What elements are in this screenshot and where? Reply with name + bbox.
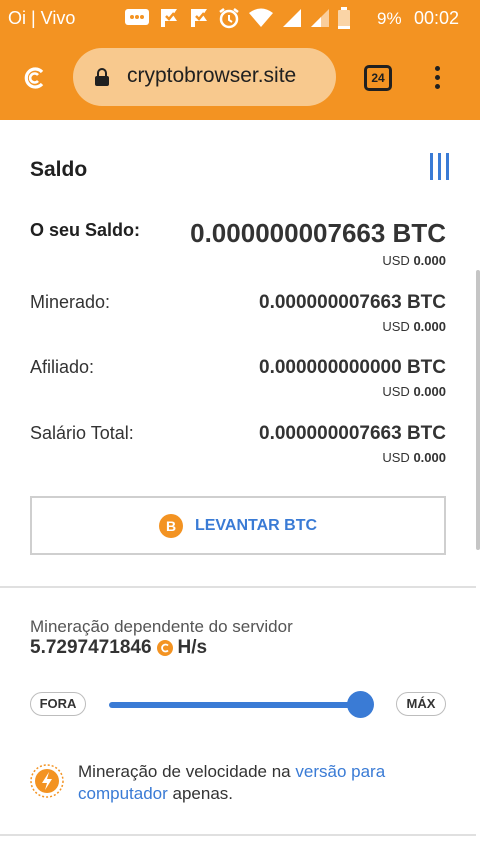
balance-btc: 0.000000007663 BTC (190, 218, 446, 248)
tab-switcher-button[interactable]: 24 (364, 65, 392, 91)
scrollbar[interactable] (476, 270, 480, 550)
signal-icon (283, 9, 301, 27)
affiliate-label: Afiliado: (30, 357, 95, 377)
svg-text:B: B (166, 518, 176, 534)
lock-icon (95, 68, 109, 86)
menu-icon[interactable] (430, 153, 452, 180)
overflow-menu-icon[interactable] (430, 66, 444, 92)
clock: 00:02 (414, 8, 460, 28)
speed-max-button[interactable]: MÁX (396, 692, 446, 716)
section-divider (0, 586, 476, 588)
alarm-icon (219, 8, 239, 29)
withdraw-label: LEVANTAR BTC (194, 516, 318, 534)
speed-slider-thumb[interactable] (347, 691, 374, 718)
browser-toolbar: cryptobrowser.site 24 (0, 38, 480, 120)
address-bar[interactable]: cryptobrowser.site (73, 48, 336, 106)
withdraw-btc-button[interactable]: B LEVANTAR BTC (30, 496, 446, 555)
speed-slider-track[interactable] (109, 702, 361, 708)
url-text[interactable]: cryptobrowser.site (127, 64, 296, 88)
hash-rate-unit: H/s (177, 637, 208, 658)
notification-icons (124, 7, 350, 29)
page-title: Saldo (30, 158, 88, 181)
balance-label: O seu Saldo: (30, 220, 141, 240)
total-salary-label: Salário Total: (30, 423, 134, 443)
wifi-icon (249, 8, 273, 27)
hash-rate: 5.7297471846 H/s (30, 637, 207, 659)
flag-notification-icon-2 (191, 9, 207, 27)
hash-rate-value: 5.7297471846 (30, 637, 152, 658)
carrier-name: Oi | Vivo (8, 8, 76, 28)
cryptotab-logo-icon[interactable] (22, 65, 48, 91)
balance-usd: USD 0.000 (382, 253, 446, 268)
flag-notification-icon (161, 9, 177, 27)
status-bar: Oi | Vivo 9% 00:02 (0, 0, 480, 38)
battery-percent: 9% (377, 9, 402, 28)
signal-icon-2 (311, 9, 329, 27)
mined-label: Minerado: (30, 292, 111, 312)
mined-btc: 0.000000007663 BTC (259, 292, 446, 313)
affiliate-btc: 0.000000000000 BTC (259, 357, 446, 378)
mining-label: Mineração dependente do servidor (30, 617, 293, 636)
affiliate-usd: USD 0.000 (382, 384, 446, 399)
battery-icon (338, 7, 350, 29)
mined-usd: USD 0.000 (382, 319, 446, 334)
speed-min-button[interactable]: FORA (30, 692, 86, 716)
chat-notification-icon (125, 9, 149, 25)
desktop-speed-note: Mineração de velocidade na versão para c… (78, 762, 386, 803)
bottom-divider (0, 834, 476, 836)
lightning-icon (30, 764, 64, 798)
total-salary-usd: USD 0.000 (382, 450, 446, 465)
bitcoin-icon: B (158, 513, 183, 538)
main-content: Saldo O seu Saldo: 0.000000007663 BTC US… (0, 120, 480, 854)
total-salary-btc: 0.000000007663 BTC (259, 423, 446, 444)
cryptotab-coin-icon (156, 640, 173, 656)
